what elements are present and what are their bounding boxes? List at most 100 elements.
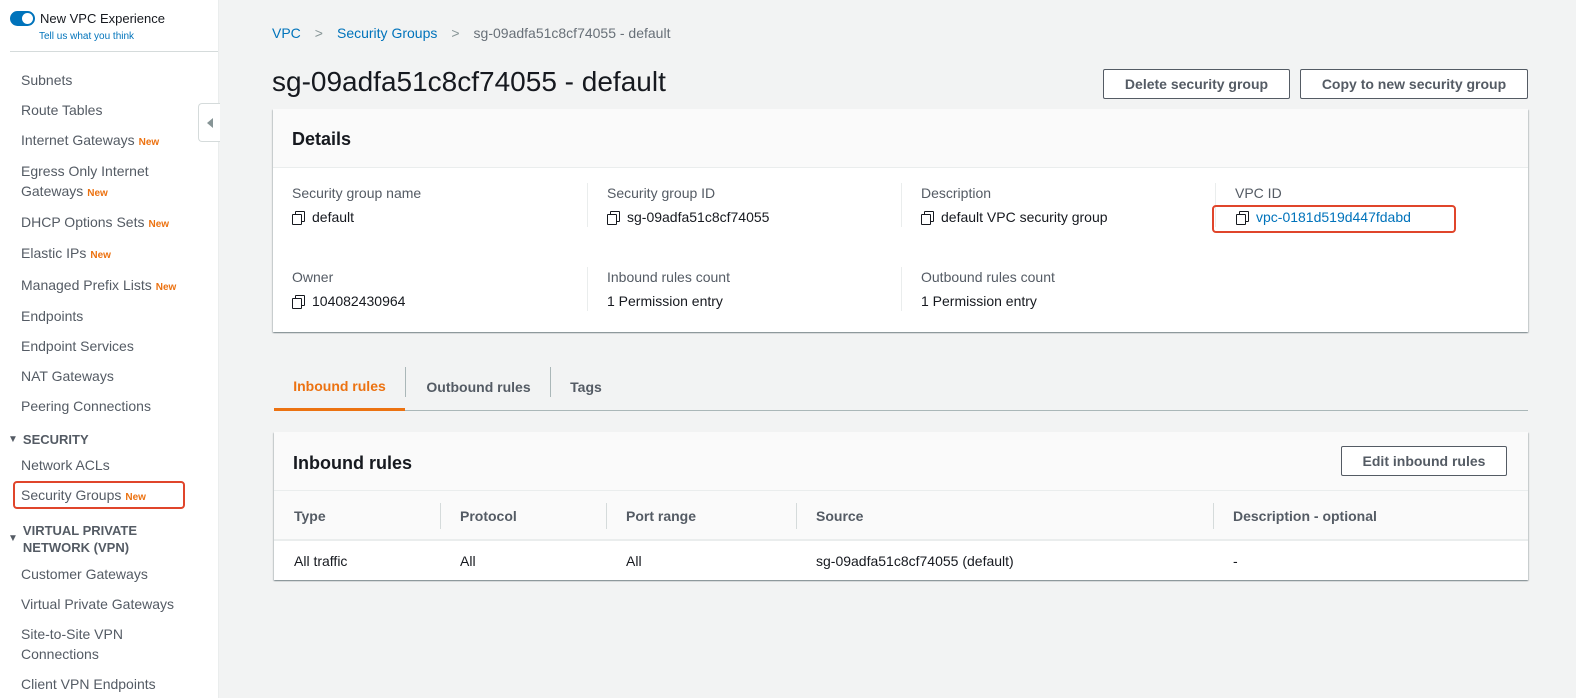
sidebar-item-security-groups[interactable]: Security Groups New xyxy=(21,485,146,508)
column-header-port-range[interactable]: Port range xyxy=(626,508,696,524)
page-title: sg-09adfa51c8cf74055 - default xyxy=(272,66,666,97)
copy-icon[interactable] xyxy=(292,210,305,225)
feedback-link[interactable]: Tell us what you think xyxy=(39,31,134,42)
description-label: Description xyxy=(921,185,992,201)
tab-tags[interactable]: Tags xyxy=(551,363,621,410)
vpc-id-value: vpc-0181d519d447fdabd xyxy=(1236,209,1411,225)
description-text: default VPC security group xyxy=(941,209,1108,225)
sidebar-item-network-acls[interactable]: Network ACLs xyxy=(21,455,110,475)
sidebar-item-label: Gateways xyxy=(21,183,84,199)
inbound-rules-count-value: 1 Permission entry xyxy=(607,293,723,309)
column-header-source[interactable]: Source xyxy=(816,508,863,524)
rules-tabs: Inbound rules Outbound rules Tags xyxy=(274,363,1528,411)
column-header-type[interactable]: Type xyxy=(294,508,326,524)
sidebar-item-label: NAT Gateways xyxy=(21,368,114,384)
sidebar-item-route-tables[interactable]: Route Tables xyxy=(21,100,102,120)
new-badge: New xyxy=(87,188,108,199)
new-badge: New xyxy=(155,282,177,293)
description-value: default VPC security group xyxy=(921,209,1108,225)
new-badge: New xyxy=(138,137,160,148)
column-divider xyxy=(901,267,902,311)
cell-protocol: All xyxy=(460,553,476,569)
sidebar-item-virtual-private-gateways[interactable]: Virtual Private Gateways xyxy=(21,594,174,614)
tab-inbound-rules[interactable]: Inbound rules xyxy=(274,363,405,411)
outbound-rules-count-label: Outbound rules count xyxy=(921,269,1055,285)
sidebar-item-subnets[interactable]: Subnets xyxy=(21,70,72,90)
copy-to-new-security-group-button[interactable]: Copy to new security group xyxy=(1300,69,1528,99)
sidebar-item-internet-gateways[interactable]: Internet Gateways New xyxy=(21,130,159,153)
sidebar-item-label: Network ACLs xyxy=(21,457,110,473)
copy-icon[interactable] xyxy=(292,294,305,309)
column-divider xyxy=(1213,503,1214,529)
sidebar-item-label: Peering Connections xyxy=(21,398,151,414)
column-header-protocol[interactable]: Protocol xyxy=(460,508,517,524)
sidebar-item-label: Virtual Private Gateways xyxy=(21,596,175,612)
section-label: SECURITY xyxy=(22,432,89,447)
breadcrumb: VPC > Security Groups > sg-09adfa51c8cf7… xyxy=(272,25,670,41)
delete-security-group-button[interactable]: Delete security group xyxy=(1103,69,1290,99)
sidebar-item-peering-connections[interactable]: Peering Connections xyxy=(21,396,151,416)
sidebar-item-label: Client VPN Endpoints xyxy=(21,676,156,692)
column-divider xyxy=(606,503,607,529)
sidebar-item-label: Internet Gateways xyxy=(21,132,135,148)
security-group-id-text: sg-09adfa51c8cf74055 xyxy=(627,209,770,225)
sidebar-item-label: Connections xyxy=(21,646,99,662)
sidebar-item-label: Endpoint Services xyxy=(21,338,134,354)
sidebar-item-customer-gateways[interactable]: Customer Gateways xyxy=(21,564,148,584)
new-vpc-experience-toggle[interactable] xyxy=(10,11,35,26)
inbound-rules-title: Inbound rules xyxy=(293,453,412,473)
cell-port-range: All xyxy=(626,553,642,569)
tab-outbound-rules[interactable]: Outbound rules xyxy=(406,363,551,410)
sidebar-item-endpoint-services[interactable]: Endpoint Services xyxy=(21,336,134,356)
cell-type: All traffic xyxy=(294,553,348,569)
vpc-id-label: VPC ID xyxy=(1235,185,1282,201)
column-divider xyxy=(587,267,588,311)
breadcrumb-vpc[interactable]: VPC xyxy=(272,25,301,41)
sidebar-item-nat-gateways[interactable]: NAT Gateways xyxy=(21,366,114,386)
vpc-id-link[interactable]: vpc-0181d519d447fdabd xyxy=(1256,209,1411,225)
sidebar-collapse-button[interactable] xyxy=(198,103,220,142)
sidebar-item-label: Endpoints xyxy=(21,308,84,324)
section-label: VIRTUAL PRIVATE NETWORK (VPN) xyxy=(23,522,137,556)
sidebar-item-label: Site-to-Site VPN xyxy=(21,626,123,642)
sidebar-item-dhcp-options-sets[interactable]: DHCP Options Sets New xyxy=(21,212,169,235)
sidebar-item-endpoints[interactable]: Endpoints xyxy=(21,306,83,326)
sidebar-item-label: DHCP Options Sets xyxy=(21,214,145,230)
caret-left-icon xyxy=(206,117,213,128)
sidebar-item-label: Route Tables xyxy=(21,102,103,118)
sidebar-item-client-vpn-endpoints[interactable]: Client VPN Endpoints xyxy=(21,674,156,694)
sidebar-item-label: Subnets xyxy=(21,72,73,88)
copy-icon[interactable] xyxy=(607,210,620,225)
cell-description: - xyxy=(1233,553,1238,569)
column-divider xyxy=(796,503,797,529)
copy-icon[interactable] xyxy=(1236,210,1249,225)
security-group-name-text: default xyxy=(312,209,355,225)
inbound-rules-count-label: Inbound rules count xyxy=(607,269,730,285)
sidebar-item-label: Egress Only Internet xyxy=(21,163,149,179)
sidebar-item-egress-only-internet-gateways[interactable]: Egress Only Internet Gateways New xyxy=(21,161,149,204)
sidebar-item-label: Elastic IPs xyxy=(21,245,87,261)
section-label-line: NETWORK (VPN) xyxy=(22,540,130,555)
header-divider xyxy=(274,490,1528,491)
column-divider xyxy=(901,183,902,227)
details-title: Details xyxy=(292,129,352,149)
new-badge: New xyxy=(90,250,111,261)
sidebar-item-managed-prefix-lists[interactable]: Managed Prefix Lists New xyxy=(21,275,176,298)
new-badge: New xyxy=(125,492,146,503)
chevron-right-icon: > xyxy=(451,25,460,41)
sidebar-item-elastic-ips[interactable]: Elastic IPs New xyxy=(21,243,111,266)
owner-text: 104082430964 xyxy=(312,293,406,309)
column-divider xyxy=(440,503,441,529)
caret-down-icon: ▼ xyxy=(8,434,18,445)
section-vpn[interactable]: ▼ VIRTUAL PRIVATE NETWORK (VPN) xyxy=(8,522,137,556)
owner-label: Owner xyxy=(292,269,334,285)
section-security[interactable]: ▼ SECURITY xyxy=(8,431,89,448)
sidebar-item-site-to-site-vpn[interactable]: Site-to-Site VPN Connections xyxy=(21,624,123,664)
breadcrumb-security-groups[interactable]: Security Groups xyxy=(337,25,437,41)
edit-inbound-rules-button[interactable]: Edit inbound rules xyxy=(1341,446,1507,476)
security-group-id-label: Security group ID xyxy=(607,185,716,201)
copy-icon[interactable] xyxy=(921,210,934,225)
column-header-description[interactable]: Description - optional xyxy=(1233,508,1377,524)
sidebar-item-label: Customer Gateways xyxy=(21,566,148,582)
cell-source: sg-09adfa51c8cf74055 (default) xyxy=(816,553,1014,569)
